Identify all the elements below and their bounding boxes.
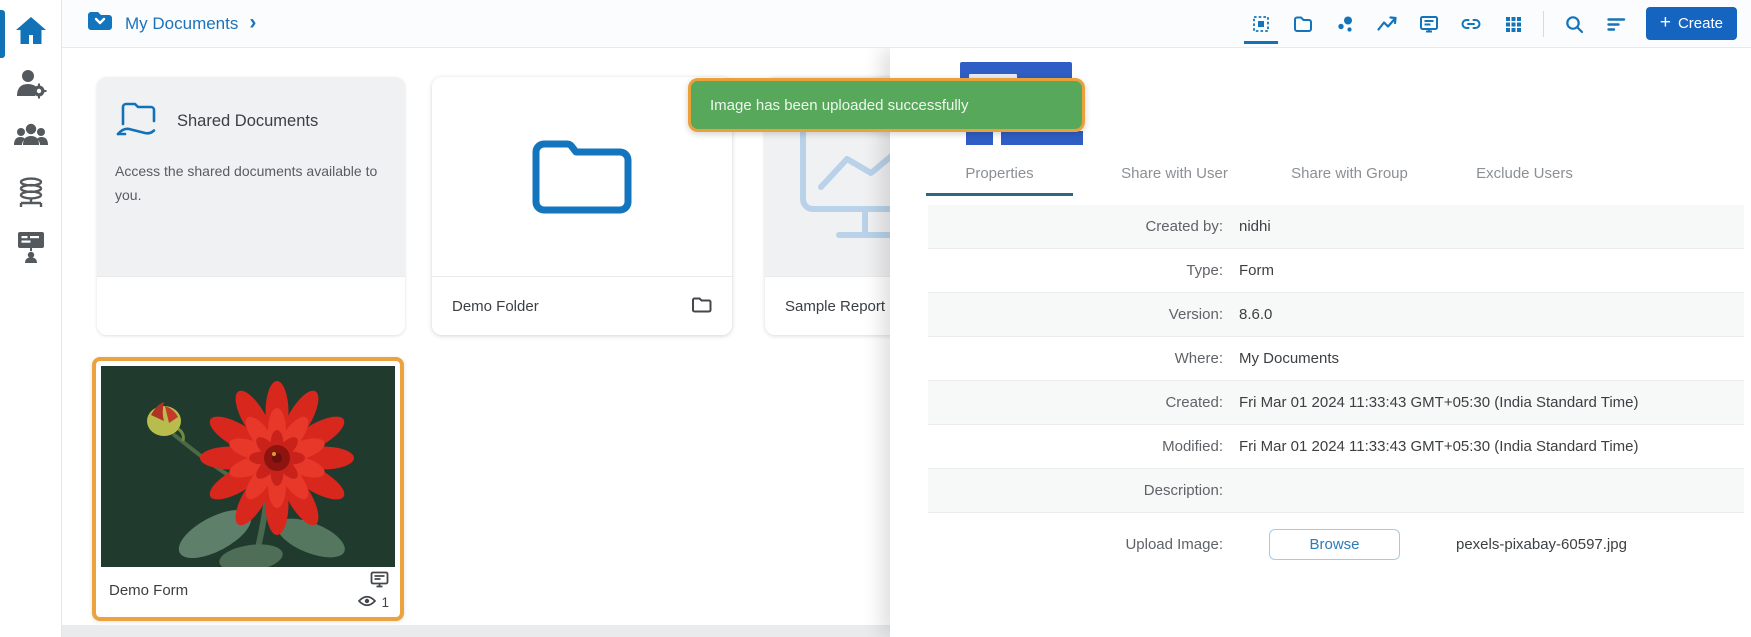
toast-message: Image has been uploaded successfully — [710, 96, 969, 114]
property-row-type: Type: Form — [928, 249, 1744, 293]
property-value: Form — [1239, 262, 1274, 279]
card-title: Shared Documents — [177, 112, 319, 130]
folder-small-icon — [691, 296, 712, 317]
folder-icon — [530, 131, 634, 222]
property-row-modified: Modified: Fri Mar 01 2024 11:33:43 GMT+0… — [928, 425, 1744, 469]
shared-folder-hand-icon — [115, 99, 163, 144]
view-count: 1 — [381, 595, 389, 610]
tab-properties[interactable]: Properties — [912, 152, 1087, 196]
groups-icon — [14, 123, 48, 151]
success-toast: Image has been uploaded successfully — [688, 78, 1085, 132]
document-name-highlight — [1001, 131, 1083, 145]
search-icon[interactable] — [1562, 12, 1586, 36]
property-row-created: Created: Fri Mar 01 2024 11:33:43 GMT+05… — [928, 381, 1744, 425]
tab-share-with-user[interactable]: Share with User — [1087, 152, 1262, 196]
tab-share-with-group[interactable]: Share with Group — [1262, 152, 1437, 196]
property-row-description: Description: — [928, 469, 1744, 513]
server-icon — [14, 176, 48, 215]
sidebar-item-groups[interactable] — [0, 123, 62, 151]
view-toolbar: + Create — [1243, 7, 1751, 44]
eye-icon — [358, 595, 377, 610]
property-label: Created by: — [1145, 218, 1223, 235]
property-value: My Documents — [1239, 350, 1340, 367]
sort-icon[interactable] — [1604, 12, 1628, 36]
property-label: Where: — [1174, 350, 1223, 367]
properties-table: Created by: nidhi Type: Form Version: 8.… — [928, 205, 1744, 575]
folder-dropdown-icon — [86, 9, 114, 38]
link-icon[interactable] — [1459, 12, 1483, 36]
topbar: My Documents › + Create — [62, 0, 1751, 48]
flower-image — [101, 366, 395, 567]
upload-image-row: Upload Image: Browse pexels-pixabay-6059… — [928, 513, 1744, 575]
property-row-where: Where: My Documents — [928, 337, 1744, 381]
form-board-icon[interactable] — [1417, 12, 1441, 36]
property-value: 8.6.0 — [1239, 306, 1273, 323]
property-value: Fri Mar 01 2024 11:33:43 GMT+05:30 (Indi… — [1239, 394, 1639, 411]
property-row-version: Version: 8.6.0 — [928, 293, 1744, 337]
create-button-label: Create — [1677, 15, 1723, 32]
sidebar-item-server[interactable] — [0, 176, 62, 215]
create-button[interactable]: + Create — [1645, 7, 1737, 40]
card-title: Sample Report — [785, 297, 886, 315]
card-footer — [97, 276, 405, 335]
widgets-icon[interactable] — [1243, 12, 1278, 44]
property-value: Fri Mar 01 2024 11:33:43 GMT+05:30 (Indi… — [1239, 438, 1639, 455]
uploaded-filename: pexels-pixabay-60597.jpg — [1456, 535, 1627, 553]
panel-tabs: Properties Share with User Share with Gr… — [912, 152, 1612, 196]
toolbar-separator — [1542, 10, 1544, 37]
upload-image-label: Upload Image: — [1125, 535, 1223, 553]
sidebar — [0, 0, 62, 637]
card-description: Access the shared documents available to… — [115, 163, 378, 203]
user-settings-icon — [15, 67, 47, 104]
grid-icon[interactable] — [1501, 12, 1525, 36]
breadcrumb[interactable]: My Documents › — [86, 9, 256, 38]
line-chart-icon[interactable] — [1375, 12, 1399, 36]
bubbles-icon[interactable] — [1333, 12, 1357, 36]
property-row-created-by: Created by: nidhi — [928, 205, 1744, 249]
page-bottom-strip — [62, 625, 890, 637]
card-title: Demo Form — [109, 582, 189, 599]
sidebar-item-home[interactable] — [0, 15, 62, 52]
sidebar-item-user-settings[interactable] — [0, 67, 62, 104]
property-label: Modified: — [1162, 438, 1223, 455]
property-label: Created: — [1165, 394, 1223, 411]
document-details-panel: Properties Share with User Share with Gr… — [890, 48, 1751, 637]
demo-folder-card[interactable]: Demo Folder — [432, 77, 732, 335]
plus-icon: + — [1659, 12, 1671, 33]
shared-documents-card[interactable]: Shared Documents Access the shared docum… — [97, 77, 405, 335]
breadcrumb-label: My Documents — [125, 13, 239, 33]
form-icon — [370, 571, 389, 593]
sidebar-item-training-board[interactable] — [0, 230, 62, 268]
breadcrumb-chevron-icon: › — [249, 10, 257, 34]
card-title: Demo Folder — [452, 297, 539, 315]
training-board-icon — [15, 230, 47, 268]
property-value: nidhi — [1239, 218, 1271, 235]
property-label: Type: — [1186, 262, 1223, 279]
property-label: Description: — [1143, 482, 1223, 499]
home-icon — [14, 15, 48, 52]
demo-form-card[interactable]: Demo Form 1 — [92, 357, 404, 621]
document-type-badge — [966, 131, 993, 145]
folder-icon[interactable] — [1291, 12, 1315, 36]
browse-button[interactable]: Browse — [1269, 528, 1400, 560]
tab-exclude-users[interactable]: Exclude Users — [1437, 152, 1612, 196]
property-label: Version: — [1168, 306, 1223, 323]
